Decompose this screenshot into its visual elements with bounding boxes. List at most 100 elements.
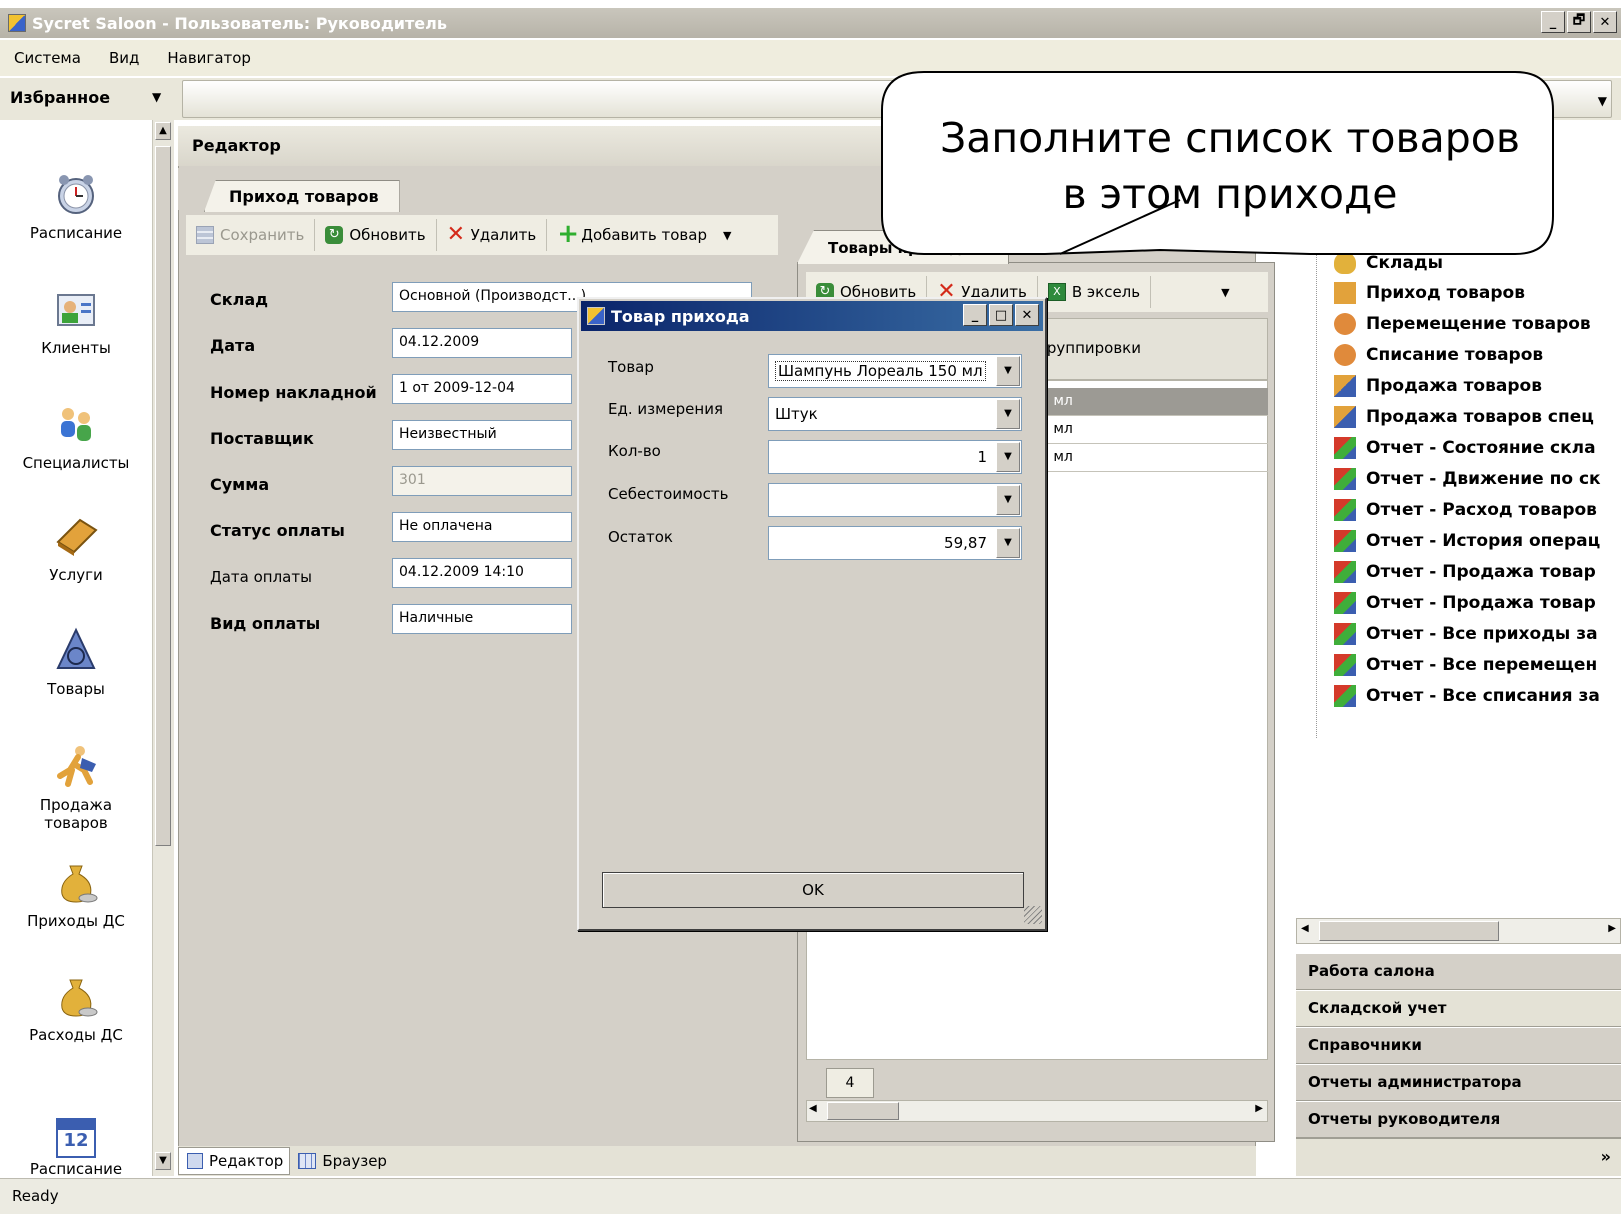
chevron-down-icon[interactable]: ▼ bbox=[996, 485, 1020, 515]
tab-editor[interactable]: Редактор bbox=[178, 1147, 291, 1175]
scroll-up-icon[interactable]: ▲ bbox=[155, 122, 171, 140]
tree-item-goods-receipt[interactable]: Приход товаров bbox=[1334, 282, 1525, 304]
group-salon-work[interactable]: Работа салона bbox=[1296, 953, 1621, 990]
scroll-left-icon[interactable]: ◀ bbox=[1301, 923, 1309, 934]
tree-item-report[interactable]: Отчет - История операц bbox=[1334, 530, 1600, 552]
group-more-bar: » bbox=[1296, 1138, 1621, 1176]
invoice-field[interactable]: 1 от 2009-12-04 bbox=[392, 374, 572, 404]
nav-specialists[interactable]: Специалисты bbox=[0, 400, 152, 472]
report-icon bbox=[1334, 437, 1356, 459]
report-icon bbox=[1334, 685, 1356, 707]
grid-icon bbox=[298, 1153, 317, 1169]
favorites-box-dropdown-icon[interactable]: ▼ bbox=[1598, 94, 1607, 108]
refresh-button[interactable]: ↻ Обновить bbox=[315, 219, 437, 251]
scroll-right-icon[interactable]: ▶ bbox=[1608, 923, 1616, 934]
resize-grip-icon[interactable] bbox=[1024, 906, 1042, 924]
unit-select[interactable]: Штук ▼ bbox=[768, 397, 1022, 431]
export-excel-button[interactable]: X В эксель bbox=[1038, 276, 1152, 308]
minimize-button[interactable]: _ bbox=[1541, 11, 1565, 33]
remainder-field[interactable]: 59,87 ▼ bbox=[768, 526, 1022, 560]
left-navigator-scrollbar[interactable]: ▲ ▼ bbox=[152, 120, 174, 1176]
scroll-thumb[interactable] bbox=[827, 1102, 899, 1120]
nav-goods[interactable]: Товары bbox=[0, 626, 152, 698]
tree-item-goods-sales-special[interactable]: Продажа товаров спец bbox=[1334, 406, 1594, 428]
date-field[interactable]: 04.12.2009 bbox=[392, 328, 572, 358]
ok-button[interactable]: OK bbox=[602, 872, 1024, 908]
goods-h-scrollbar[interactable]: ◀ ▶ bbox=[806, 1100, 1268, 1122]
group-manager-reports[interactable]: Отчеты руководителя bbox=[1296, 1101, 1621, 1138]
calendar-icon: 12 bbox=[56, 1118, 96, 1158]
chevron-down-icon[interactable]: ▼ bbox=[996, 442, 1020, 472]
group-warehouse[interactable]: Складской учет bbox=[1296, 990, 1621, 1027]
dialog-title: Товар прихода bbox=[611, 306, 750, 326]
supplier-label: Поставщик bbox=[210, 429, 314, 448]
tree-item-report[interactable]: Отчет - Продажа товар bbox=[1334, 592, 1596, 614]
payment-type-field[interactable]: Наличные bbox=[392, 604, 572, 634]
favorites-label[interactable]: Избранное bbox=[10, 88, 110, 107]
scroll-left-icon[interactable]: ◀ bbox=[809, 1103, 817, 1114]
more-groups-icon[interactable]: » bbox=[1601, 1147, 1611, 1166]
nav-clients[interactable]: Клиенты bbox=[0, 285, 152, 357]
tab-browser[interactable]: Браузер bbox=[290, 1147, 393, 1175]
restore-button[interactable]: 🗗 bbox=[1567, 11, 1591, 33]
nav-label: Расходы ДС bbox=[29, 1026, 123, 1044]
title-bar: Sycret Saloon - Пользователь: Руководите… bbox=[0, 8, 1621, 38]
report-icon bbox=[1334, 499, 1356, 521]
nav-cash-in[interactable]: Приходы ДС bbox=[0, 858, 152, 930]
plus-icon: + bbox=[557, 219, 580, 249]
goods-toolbar-more-icon[interactable]: ▼ bbox=[1221, 286, 1229, 299]
tree-item-report[interactable]: Отчет - Продажа товар bbox=[1334, 561, 1596, 583]
close-button[interactable]: ✕ bbox=[1593, 11, 1617, 33]
group-admin-reports[interactable]: Отчеты администратора bbox=[1296, 1064, 1621, 1101]
scroll-thumb[interactable] bbox=[155, 146, 171, 846]
product-select[interactable]: Шампунь Лореаль 150 мл ▼ bbox=[768, 354, 1022, 388]
chevron-down-icon[interactable]: ▼ bbox=[996, 356, 1020, 386]
toolbar-more-icon[interactable]: ▼ bbox=[723, 229, 731, 242]
nav-services[interactable]: Услуги bbox=[0, 512, 152, 584]
nav-schedule-2[interactable]: 12 Расписание bbox=[0, 1118, 152, 1178]
menu-navigator[interactable]: Навигатор bbox=[153, 49, 265, 67]
payment-status-field[interactable]: Не оплачена bbox=[392, 512, 572, 542]
nav-sales[interactable]: Продажа товаров bbox=[0, 742, 152, 832]
tree-item-report[interactable]: Отчет - Расход товаров bbox=[1334, 499, 1597, 521]
delete-button[interactable]: ✕ Удалить bbox=[437, 219, 548, 251]
group-references[interactable]: Справочники bbox=[1296, 1027, 1621, 1064]
favorites-dropdown-icon[interactable]: ▼ bbox=[152, 90, 161, 104]
remainder-value: 59,87 bbox=[944, 534, 987, 552]
tree-item-goods-transfer[interactable]: Перемещение товаров bbox=[1334, 313, 1591, 335]
dialog-minimize-button[interactable]: _ bbox=[963, 304, 987, 326]
scroll-right-icon[interactable]: ▶ bbox=[1255, 1103, 1263, 1114]
tab-goods-receipt[interactable]: Приход товаров bbox=[204, 180, 400, 212]
dialog-maximize-button[interactable]: □ bbox=[989, 304, 1013, 326]
add-product-button[interactable]: + Добавить товар bbox=[547, 219, 717, 251]
tree-item-goods-writeoff[interactable]: Списание товаров bbox=[1334, 344, 1543, 366]
tree-item-report[interactable]: Отчет - Все приходы за bbox=[1334, 623, 1598, 645]
tree-item-goods-sales[interactable]: Продажа товаров bbox=[1334, 375, 1542, 397]
payment-date-field[interactable]: 04.12.2009 14:10 bbox=[392, 558, 572, 588]
dialog-close-button[interactable]: ✕ bbox=[1015, 304, 1039, 326]
window-title: Sycret Saloon - Пользователь: Руководите… bbox=[32, 13, 447, 33]
scroll-down-icon[interactable]: ▼ bbox=[155, 1152, 171, 1170]
nav-schedule[interactable]: Расписание bbox=[0, 170, 152, 242]
supplier-field[interactable]: Неизвестный bbox=[392, 420, 572, 450]
save-button[interactable]: Сохранить bbox=[186, 219, 316, 251]
quantity-field[interactable]: 1 ▼ bbox=[768, 440, 1022, 474]
scroll-thumb[interactable] bbox=[1319, 921, 1499, 941]
chevron-down-icon[interactable]: ▼ bbox=[996, 528, 1020, 558]
report-icon bbox=[1334, 592, 1356, 614]
tree-item-report[interactable]: Отчет - Состояние скла bbox=[1334, 437, 1596, 459]
chevron-down-icon[interactable]: ▼ bbox=[996, 399, 1020, 429]
tree-item-report[interactable]: Отчет - Все списания за bbox=[1334, 685, 1600, 707]
tree-item-report[interactable]: Отчет - Все перемещен bbox=[1334, 654, 1597, 676]
menu-system[interactable]: Система bbox=[0, 49, 95, 67]
unit-value: Штук bbox=[775, 405, 818, 423]
invoice-label: Номер накладной bbox=[210, 383, 377, 402]
tree-h-scrollbar[interactable]: ◀ ▶ bbox=[1296, 918, 1621, 944]
nav-cash-out[interactable]: Расходы ДС bbox=[0, 972, 152, 1044]
dialog-title-bar: Товар прихода _ □ ✕ bbox=[581, 301, 1043, 331]
menu-view[interactable]: Вид bbox=[95, 49, 153, 67]
warehouse-label: Склад bbox=[210, 290, 269, 309]
payment-status-label: Статус оплаты bbox=[210, 521, 345, 540]
tree-item-report[interactable]: Отчет - Движение по ск bbox=[1334, 468, 1601, 490]
cost-field[interactable]: ▼ bbox=[768, 483, 1022, 517]
